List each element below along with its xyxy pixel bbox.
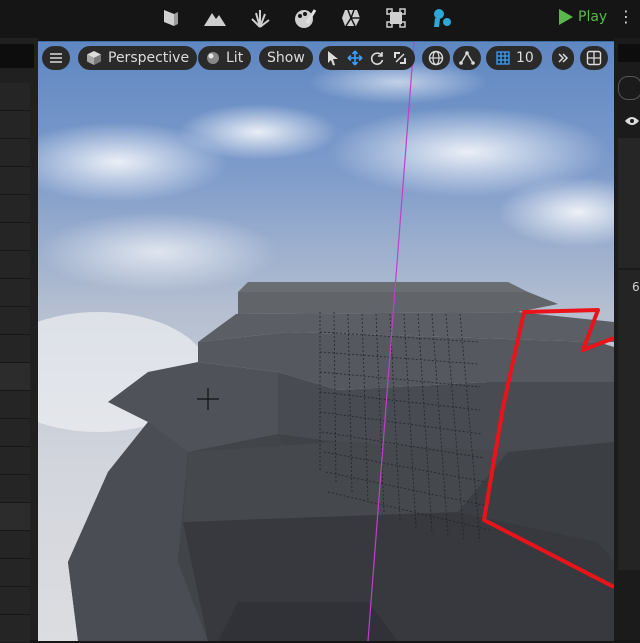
search-input[interactable] bbox=[618, 76, 640, 100]
list-item[interactable] bbox=[0, 475, 30, 503]
show-label: Show bbox=[267, 50, 305, 66]
list-item[interactable] bbox=[0, 195, 30, 223]
viewport-scene[interactable] bbox=[38, 42, 614, 641]
surface-snap-icon bbox=[459, 51, 475, 65]
list-item[interactable] bbox=[0, 559, 30, 587]
move-icon[interactable] bbox=[347, 50, 363, 66]
details-panel bbox=[618, 270, 640, 570]
more-options-icon[interactable]: ⋮ bbox=[618, 6, 634, 28]
left-panel bbox=[0, 38, 38, 643]
right-panel bbox=[614, 38, 640, 640]
lighting-mode-label: Lit bbox=[226, 50, 244, 66]
list-item[interactable] bbox=[0, 167, 30, 195]
left-panel-header bbox=[0, 44, 34, 68]
list-item[interactable] bbox=[0, 447, 30, 475]
grid-snap-button[interactable]: 10 bbox=[486, 46, 542, 70]
viewport-layout-button[interactable] bbox=[580, 46, 608, 70]
list-item[interactable] bbox=[0, 223, 30, 251]
list-item[interactable] bbox=[0, 335, 30, 363]
play-button[interactable]: Play bbox=[556, 4, 607, 30]
list-item[interactable] bbox=[0, 391, 30, 419]
view-mode-label: Perspective bbox=[108, 50, 190, 66]
transform-tools-group bbox=[319, 46, 415, 70]
double-chevron-icon bbox=[558, 53, 569, 63]
list-item[interactable] bbox=[0, 279, 30, 307]
list-item[interactable] bbox=[0, 139, 30, 167]
outliner-list[interactable] bbox=[618, 138, 640, 268]
viewport-layout-icon bbox=[586, 50, 602, 66]
list-item[interactable] bbox=[0, 615, 30, 643]
list-item[interactable] bbox=[0, 419, 30, 447]
list-item[interactable] bbox=[0, 587, 30, 615]
hamburger-menu-icon bbox=[50, 53, 62, 63]
list-item[interactable] bbox=[0, 307, 30, 335]
surface-snap-button[interactable] bbox=[453, 46, 481, 70]
right-panel-header bbox=[618, 44, 640, 62]
animation-icon[interactable] bbox=[427, 4, 457, 32]
list-item[interactable] bbox=[0, 83, 30, 111]
rotate-icon[interactable] bbox=[369, 50, 385, 66]
list-item[interactable] bbox=[0, 503, 30, 531]
view-mode-button[interactable]: Perspective bbox=[78, 46, 198, 70]
lighting-mode-button[interactable]: Lit bbox=[198, 46, 252, 70]
show-flags-button[interactable]: Show bbox=[259, 46, 313, 70]
details-partial-text: 6 bbox=[632, 280, 640, 294]
modeling-icon[interactable] bbox=[381, 4, 411, 32]
fracture-icon[interactable] bbox=[336, 4, 366, 32]
list-item[interactable] bbox=[0, 363, 30, 391]
landscape-icon[interactable] bbox=[200, 4, 230, 32]
perspective-cube-icon bbox=[87, 51, 101, 65]
eye-icon[interactable] bbox=[624, 112, 640, 131]
level-viewport[interactable]: Perspective Lit Show 10 bbox=[38, 41, 614, 641]
mesh-paint-icon[interactable] bbox=[290, 4, 320, 32]
more-options-button[interactable] bbox=[552, 46, 574, 70]
select-arrow-icon[interactable] bbox=[326, 50, 340, 66]
play-label: Play bbox=[578, 9, 608, 25]
globe-icon bbox=[428, 50, 444, 66]
select-mode-icon[interactable] bbox=[155, 4, 185, 32]
viewport-menu-button[interactable] bbox=[42, 46, 70, 70]
grid-snap-value: 10 bbox=[516, 50, 534, 66]
lit-sphere-icon bbox=[207, 52, 219, 64]
list-item[interactable] bbox=[0, 111, 30, 139]
coordinate-system-button[interactable] bbox=[422, 46, 450, 70]
main-toolbar: Play ⋮ bbox=[0, 0, 640, 38]
scale-icon[interactable] bbox=[392, 50, 408, 66]
list-item[interactable] bbox=[0, 531, 30, 559]
foliage-icon[interactable] bbox=[245, 4, 275, 32]
play-icon bbox=[559, 9, 573, 25]
grid-snap-icon bbox=[496, 51, 510, 65]
list-item[interactable] bbox=[0, 251, 30, 279]
